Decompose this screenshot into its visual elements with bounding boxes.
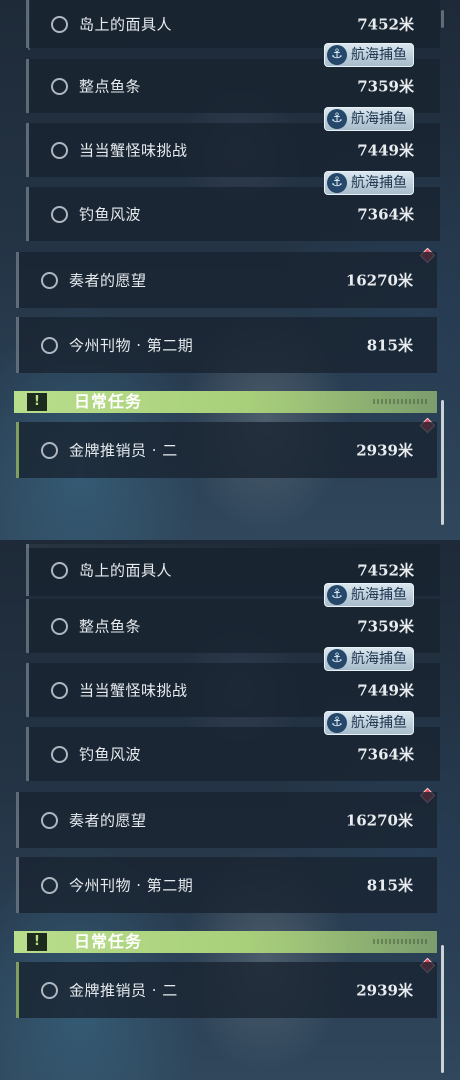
circle-icon [51,16,68,33]
section-title: 日常任务 [74,932,143,951]
anchor-icon: ⚓ [327,173,347,193]
quest-row[interactable]: ⚓ 航海捕鱼 钓鱼风波 7364米 [26,171,440,241]
quest-row[interactable]: 奏者的愿望 16270米 [16,792,437,848]
circle-icon [51,682,68,699]
quest-distance: 7364米 [357,205,414,224]
daily-section-header[interactable]: ! 日常任务 [14,931,437,953]
quest-label: 钓鱼风波 [79,745,142,764]
anchor-icon: ⚓ [327,649,347,669]
fishing-badge: ⚓ 航海捕鱼 [324,43,414,67]
quest-row[interactable]: ⚓ 航海捕鱼 钓鱼风波 7364米 [26,711,440,781]
scrollbar-track[interactable] [441,10,444,28]
anchor-icon: ⚓ [327,585,347,605]
quest-label: 今州刊物 · 第二期 [69,876,194,895]
quest-row[interactable]: 金牌推销员 · 二 2939米 [16,962,437,1018]
circle-icon [51,206,68,223]
circle-icon [51,562,68,579]
fishing-badge: ⚓ 航海捕鱼 [324,583,414,607]
decoration [373,939,427,944]
alert-icon: ! [27,933,47,951]
quest-distance: 7449米 [357,141,414,160]
circle-icon [51,142,68,159]
circle-icon [51,78,68,95]
fishing-badge: ⚓ 航海捕鱼 [324,647,414,671]
scrollbar-thumb[interactable] [441,400,444,525]
circle-icon [41,877,58,894]
quest-distance: 2939米 [356,441,413,460]
quest-label: 当当蟹怪味挑战 [79,681,188,700]
quest-row[interactable]: 今州刊物 · 第二期 815米 [16,857,437,913]
quest-distance: 815米 [366,336,413,355]
fishing-badge: ⚓ 航海捕鱼 [324,711,414,735]
alert-icon: ! [27,393,47,411]
badge-label: 航海捕鱼 [351,651,407,667]
quest-row[interactable]: 奏者的愿望 16270米 [16,252,437,308]
circle-icon [41,442,58,459]
quest-row[interactable]: 岛上的面具人 7452米 [26,0,440,48]
quest-label: 整点鱼条 [79,77,142,96]
quest-label: 岛上的面具人 [79,15,173,34]
quest-distance: 815米 [366,876,413,895]
quest-label: 金牌推销员 · 二 [69,981,178,1000]
quest-label: 整点鱼条 [79,617,142,636]
circle-icon [41,982,58,999]
quest-label: 岛上的面具人 [79,561,173,580]
quest-row[interactable]: ⚓ 航海捕鱼 整点鱼条 7359米 [26,43,440,113]
quest-distance: 16270米 [345,811,413,830]
quest-label: 奏者的愿望 [69,811,147,830]
circle-icon [41,812,58,829]
anchor-icon: ⚓ [327,713,347,733]
daily-section-header[interactable]: ! 日常任务 [14,391,437,413]
quest-distance: 7452米 [357,15,414,34]
quest-label: 当当蟹怪味挑战 [79,141,188,160]
quest-distance: 7359米 [357,77,414,96]
decoration [373,399,427,404]
quest-row[interactable]: 今州刊物 · 第二期 815米 [16,317,437,373]
quest-label: 今州刊物 · 第二期 [69,336,194,355]
quest-label: 金牌推销员 · 二 [69,441,178,460]
scrollbar-thumb[interactable] [441,945,444,1073]
quest-list-panel: 岛上的面具人 7452米 ⚓ 航海捕鱼 整点鱼条 7359米 ⚓ 航海捕鱼 当当蟹怪… [0,540,460,1080]
anchor-icon: ⚓ [327,45,347,65]
quest-distance: 7364米 [357,745,414,764]
quest-list-panel: 岛上的面具人 7452米 ⚓ 航海捕鱼 整点鱼条 7359米 ⚓ 航海捕鱼 当当蟹怪… [0,0,460,540]
quest-distance: 2939米 [356,981,413,1000]
circle-icon [51,746,68,763]
quest-row[interactable]: ⚓ 航海捕鱼 当当蟹怪味挑战 7449米 [26,107,440,177]
quest-row[interactable]: 金牌推销员 · 二 2939米 [16,422,437,478]
quest-label: 奏者的愿望 [69,271,147,290]
badge-label: 航海捕鱼 [351,175,407,191]
badge-label: 航海捕鱼 [351,715,407,731]
quest-row[interactable]: ⚓ 航海捕鱼 当当蟹怪味挑战 7449米 [26,647,440,717]
quest-distance: 16270米 [345,271,413,290]
quest-label: 钓鱼风波 [79,205,142,224]
badge-label: 航海捕鱼 [351,111,407,127]
quest-distance: 7449米 [357,681,414,700]
circle-icon [41,337,58,354]
anchor-icon: ⚓ [327,109,347,129]
badge-label: 航海捕鱼 [351,587,407,603]
section-title: 日常任务 [74,392,143,411]
fishing-badge: ⚓ 航海捕鱼 [324,107,414,131]
circle-icon [51,618,68,635]
badge-label: 航海捕鱼 [351,47,407,63]
circle-icon [41,272,58,289]
quest-distance: 7452米 [357,561,414,580]
fishing-badge: ⚓ 航海捕鱼 [324,171,414,195]
quest-row[interactable]: ⚓ 航海捕鱼 整点鱼条 7359米 [26,583,440,653]
quest-distance: 7359米 [357,617,414,636]
